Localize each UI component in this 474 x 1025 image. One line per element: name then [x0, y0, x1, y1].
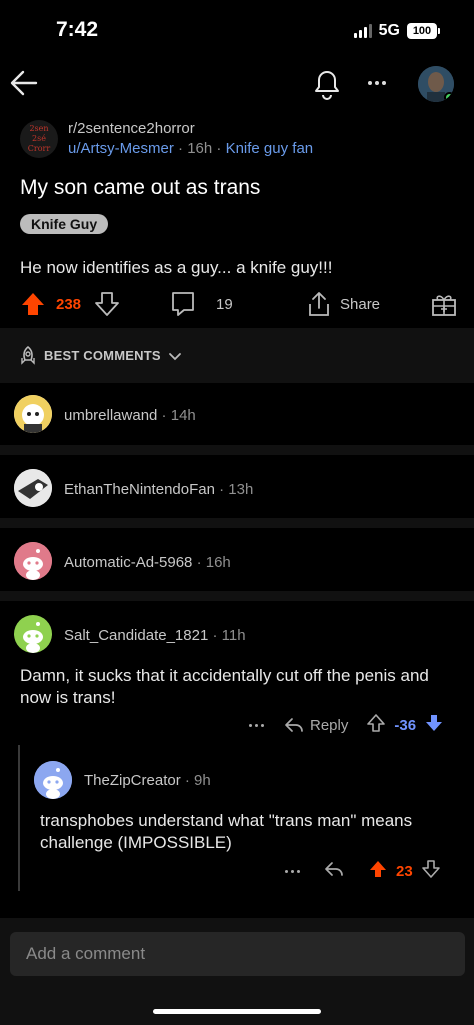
downvote-button[interactable]: [94, 286, 120, 322]
reply-icon: [325, 861, 343, 876]
downvote-icon: [95, 292, 119, 316]
more-icon[interactable]: [280, 869, 304, 873]
comment-separator: [0, 591, 474, 601]
downvote-icon: [421, 859, 440, 878]
comment-separator: [0, 445, 474, 455]
upvote-button[interactable]: [366, 713, 386, 738]
thread-line[interactable]: [18, 745, 20, 891]
post-title: My son came out as trans: [20, 176, 261, 199]
user-flair: Knife guy fan: [225, 140, 314, 157]
comment-username[interactable]: umbrellawand: [64, 407, 157, 424]
user-avatar[interactable]: [418, 66, 454, 102]
comment-button[interactable]: [170, 286, 196, 322]
comment-username[interactable]: Salt_Candidate_1821: [64, 627, 208, 644]
reply-body: transphobes understand what "trans man" …: [40, 811, 413, 852]
status-time: 7:42: [56, 18, 99, 41]
battery-level: 100: [407, 23, 437, 39]
subreddit-name[interactable]: r/2sentence2horror: [68, 120, 195, 137]
reply-actions: 23: [280, 856, 441, 886]
comment-time: 14h: [170, 407, 196, 424]
downvote-icon: [426, 714, 443, 731]
share-icon: [309, 292, 329, 316]
signal-icon: [353, 24, 372, 38]
upvote-button[interactable]: [20, 286, 46, 322]
post-flair[interactable]: Knife Guy: [20, 214, 109, 234]
comment-author: EthanTheNintendoFan · 13h: [64, 481, 254, 498]
post-byline: u/Artsy-Mesmer · 16h · Knife guy fan: [68, 140, 314, 157]
post-meta: 2sen 2sé Crorr r/2sentence2horror u/Arts…: [20, 118, 460, 162]
comment-icon: [172, 292, 194, 316]
comment-author: Salt_Candidate_1821 · 11h: [64, 627, 246, 644]
upvote-button[interactable]: [368, 859, 388, 884]
back-arrow-icon[interactable]: [8, 66, 42, 100]
top-nav: [0, 62, 474, 108]
more-icon[interactable]: [362, 68, 392, 98]
comment-collapsed[interactable]: Automatic-Ad-5968 · 16h: [0, 528, 474, 591]
comment-avatar[interactable]: [14, 615, 52, 653]
comment-username[interactable]: Automatic-Ad-5968: [64, 554, 192, 571]
comment-collapsed[interactable]: EthanTheNintendoFan · 13h: [0, 455, 474, 518]
reply-username[interactable]: TheZipCreator: [84, 772, 181, 789]
home-indicator[interactable]: [153, 1009, 321, 1014]
comment-count: 19: [216, 295, 233, 313]
comment-author: Automatic-Ad-5968 · 16h: [64, 554, 231, 571]
share-label: Share: [340, 295, 381, 313]
reply-avatar[interactable]: [34, 761, 72, 799]
status-indicators: 5G 100: [353, 22, 440, 40]
post-score: 238: [56, 295, 82, 313]
comment-time: 11h: [221, 627, 246, 644]
sort-label: BEST COMMENTS: [44, 348, 161, 363]
downvote-button[interactable]: [421, 859, 441, 884]
reply-author: TheZipCreator · 9h: [84, 772, 211, 789]
reply-button[interactable]: Reply: [284, 716, 348, 734]
rocket-icon: [21, 345, 35, 365]
reply-label: Reply: [310, 716, 349, 734]
reply-score: 23: [396, 862, 413, 880]
award-icon: [432, 295, 456, 316]
chevron-down-icon: [168, 352, 181, 360]
post-author[interactable]: u/Artsy-Mesmer: [68, 140, 174, 157]
battery-icon: 100: [407, 23, 440, 39]
comment-time: 13h: [228, 481, 254, 498]
sort-selector[interactable]: BEST COMMENTS: [0, 328, 474, 383]
comment-username[interactable]: EthanTheNintendoFan: [64, 481, 215, 498]
post-actions: 238 19 Share: [0, 286, 474, 322]
comment-avatar[interactable]: [14, 395, 52, 433]
post-age: 16h: [187, 140, 213, 157]
comment-body: Damn, it sucks that it accidentally cut …: [20, 666, 429, 707]
status-bar: 7:42 5G 100: [0, 0, 474, 62]
upvote-icon: [22, 293, 44, 315]
comment-avatar[interactable]: [14, 469, 52, 507]
reply-button[interactable]: [324, 860, 344, 883]
share-button[interactable]: Share: [306, 286, 380, 322]
comment-author: umbrellawand · 14h: [64, 407, 196, 424]
comment-separator: [0, 518, 474, 528]
reply-icon: [285, 718, 303, 732]
online-indicator: [444, 92, 454, 102]
comment-input[interactable]: [10, 932, 465, 976]
post-body: He now identifies as a guy... a knife gu…: [20, 258, 333, 277]
bell-icon[interactable]: [312, 68, 342, 100]
downvote-button[interactable]: [424, 713, 444, 738]
award-button[interactable]: [430, 286, 458, 322]
upvote-icon: [370, 860, 386, 877]
subreddit-icon[interactable]: 2sen 2sé Crorr: [20, 120, 58, 158]
upvote-icon: [367, 713, 386, 732]
network-type: 5G: [378, 22, 400, 39]
reply-time: 9h: [194, 772, 211, 789]
comment-avatar[interactable]: [14, 542, 52, 580]
comment-time: 16h: [205, 554, 231, 571]
comment-score: -36: [394, 716, 417, 734]
more-icon[interactable]: [244, 723, 268, 727]
comment-collapsed[interactable]: umbrellawand · 14h: [0, 383, 474, 445]
comment-actions: Reply -36: [244, 710, 444, 740]
